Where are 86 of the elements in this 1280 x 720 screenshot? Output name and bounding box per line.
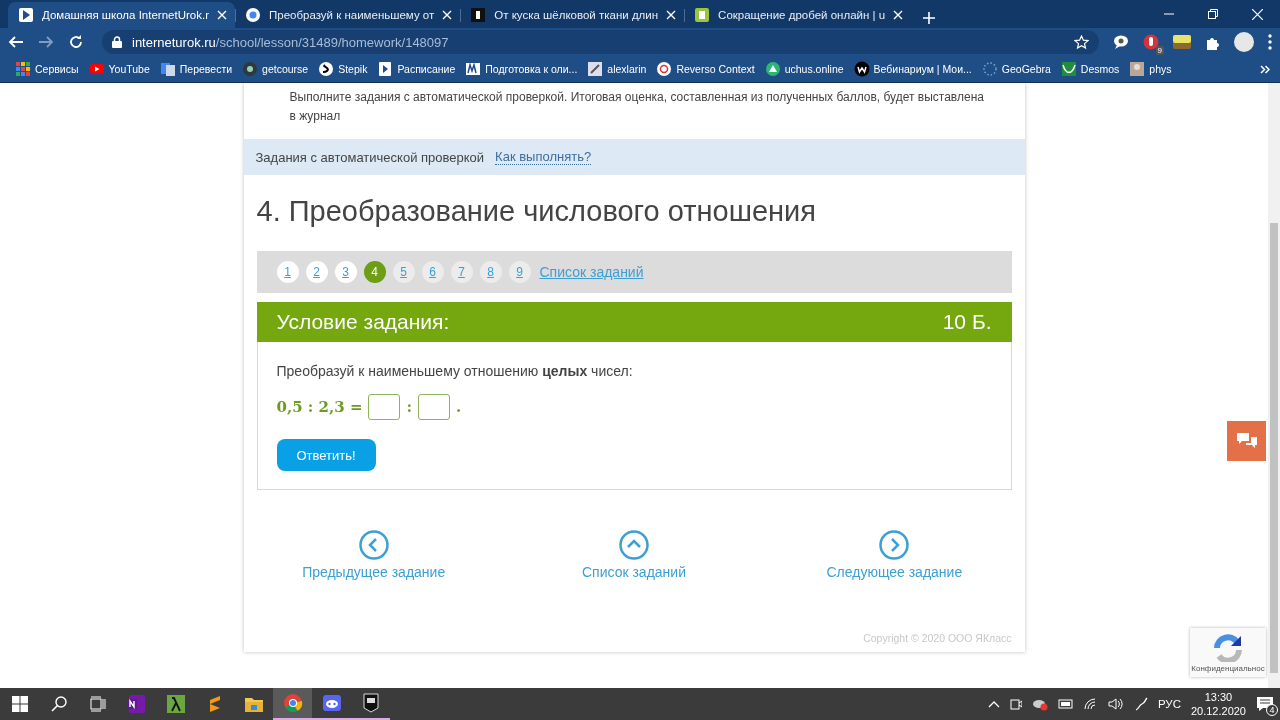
star-icon[interactable] <box>1074 34 1089 50</box>
page-heading: 4. Преобразование числового отношения <box>255 194 817 229</box>
close-icon[interactable] <box>217 10 227 20</box>
browser-tab[interactable]: От куска шёлковой ткани длин <box>460 2 685 28</box>
lock-icon <box>112 36 122 48</box>
swirl-icon <box>318 61 335 77</box>
play-icon <box>377 61 394 77</box>
bookmark-link[interactable]: Reverso Context <box>676 63 755 75</box>
bookmark-link[interactable]: alexlarin <box>607 63 647 75</box>
chevron-right-circle-icon[interactable] <box>879 530 910 560</box>
chat-button[interactable] <box>1227 421 1266 461</box>
instructions-text: Выполните задания с автоматической проверкой. Итоговая оценка, составленная из полученных баллов, будет выставлена в журнал <box>288 89 985 125</box>
bookmark-link[interactable]: Вебинариум | Мои... <box>873 63 972 75</box>
bookmark-link[interactable]: YouTube <box>108 63 150 75</box>
notebook-icon <box>126 694 147 714</box>
w-logo-icon <box>853 61 870 77</box>
game-controller-icon <box>321 693 342 713</box>
cloud-error-icon[interactable] <box>1031 697 1048 711</box>
bookmark-link[interactable]: Перевести <box>179 63 233 75</box>
curve-icon <box>1060 61 1077 77</box>
speaker-icon[interactable] <box>1107 697 1124 711</box>
browser-tab[interactable]: Преобразуй к наименьшему от <box>235 2 461 28</box>
bookmark-link[interactable]: getcourse <box>262 63 309 75</box>
notification-count: 4 <box>1266 704 1278 716</box>
browser-tab[interactable]: Домашняя школа InternetUrok.r <box>8 2 235 28</box>
task-title: Условие задания: <box>276 310 450 334</box>
task-view-icon[interactable] <box>89 696 106 712</box>
camera-icon[interactable] <box>1009 697 1022 711</box>
bookmark-link[interactable]: uchus.online <box>784 63 844 75</box>
answer-field[interactable] <box>368 394 401 420</box>
math-expression: 0,5 : 2,3 = <box>276 398 363 416</box>
bookmark-link[interactable]: Расписание <box>397 63 456 75</box>
wifi-icon[interactable] <box>1083 698 1098 710</box>
windows-logo-icon[interactable] <box>11 696 28 712</box>
answer-field[interactable] <box>418 394 450 420</box>
browser-tab[interactable]: Сокращение дробей онлайн | u <box>684 2 912 28</box>
chrome-ball-icon <box>282 693 303 713</box>
speech-bubble-icon[interactable] <box>1113 34 1129 50</box>
bookmark-link[interactable]: Подготовка к оли... <box>485 63 578 75</box>
chevron-left-circle-icon[interactable] <box>358 530 389 560</box>
ratio-separator: : <box>406 398 412 416</box>
chevrons-icon[interactable] <box>1260 64 1270 74</box>
recaptcha-arrows-icon <box>1213 634 1243 662</box>
reload-icon[interactable] <box>68 34 84 50</box>
back-arrow-icon[interactable] <box>8 34 24 50</box>
close-icon[interactable] <box>666 10 677 20</box>
lambda-icon <box>165 694 186 714</box>
bookmark-link[interactable]: Desmos <box>1080 63 1120 75</box>
restore-icon[interactable] <box>1208 9 1218 19</box>
search-icon[interactable] <box>50 696 67 712</box>
pencil-icon <box>587 61 604 77</box>
m-logo-icon <box>465 61 482 77</box>
close-icon[interactable] <box>893 10 904 20</box>
menu-icon[interactable] <box>1268 34 1272 50</box>
plus-icon[interactable] <box>923 12 936 24</box>
period-mark: . <box>456 398 462 416</box>
help-link[interactable]: Как выполнять? <box>495 149 592 165</box>
scrollbar[interactable] <box>1268 83 1280 688</box>
bookmark-link[interactable]: phys <box>1149 63 1172 75</box>
forward-arrow-icon[interactable] <box>38 34 54 50</box>
task-statement: Преобразуй к наименьшему отношению целых чисел: <box>276 362 634 380</box>
shield-badge-icon <box>360 693 381 713</box>
clock-time[interactable]: 13:30 <box>1204 690 1233 704</box>
clock-date[interactable]: 20.12.2020 <box>1190 704 1246 718</box>
bookmark-link[interactable]: Stepik <box>338 63 368 75</box>
privacy-link[interactable]: Конфиденциальнос <box>1191 664 1265 673</box>
photo-thumbnail-icon <box>1129 61 1146 77</box>
dotted-circle-icon <box>981 61 998 77</box>
apps-grid-icon <box>15 61 31 77</box>
close-icon[interactable] <box>442 10 453 20</box>
translate-icon <box>159 61 176 77</box>
close-icon[interactable] <box>1252 8 1263 20</box>
play-icon <box>18 7 34 23</box>
avatar-icon[interactable] <box>1234 32 1254 52</box>
chevron-up-icon[interactable] <box>987 700 1000 708</box>
task-points: 10 Б. <box>942 310 992 334</box>
play-button-icon <box>88 61 105 77</box>
circle-logo-icon <box>245 7 261 23</box>
circle-logo-icon <box>242 61 259 77</box>
bookmark-link[interactable]: Сервисы <box>35 63 79 75</box>
extension-badge: 9 <box>1155 46 1164 55</box>
bookmark-link[interactable]: GeoGebra <box>1001 63 1051 75</box>
chevron-up-circle-icon[interactable] <box>619 530 649 560</box>
language-indicator[interactable]: РУС <box>1157 698 1181 710</box>
chat-bubbles-icon <box>1235 432 1258 450</box>
info-label: Задания с автоматической проверкой <box>255 149 485 165</box>
